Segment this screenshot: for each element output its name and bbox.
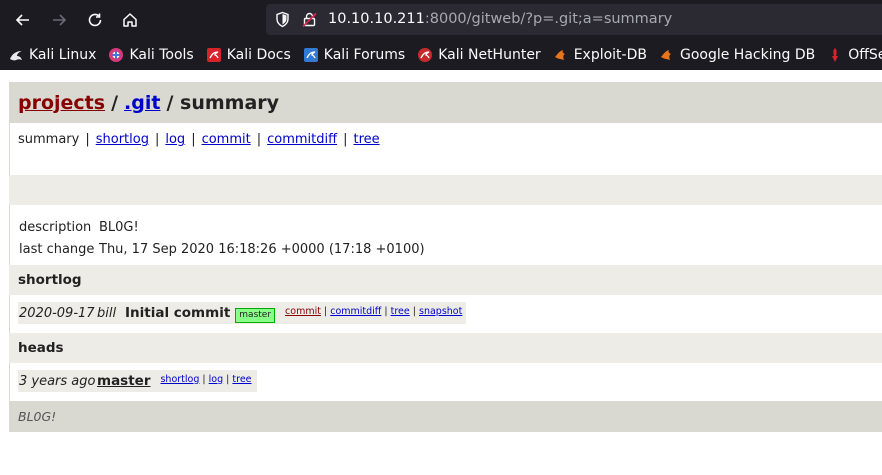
shortlog-header[interactable]: shortlog <box>9 265 882 295</box>
address-bar[interactable]: 10.10.10.211:8000/gitweb/?p=.git;a=summa… <box>266 4 882 35</box>
head-age: 3 years ago <box>19 373 96 389</box>
bookmarks-bar: Kali Linux Kali Tools Kali Docs Kali For… <box>0 40 882 70</box>
nav-current-summary: summary <box>18 132 80 147</box>
header-separator: / <box>111 91 119 114</box>
bookmark-kali-nethunter[interactable]: Kali NetHunter <box>417 47 541 63</box>
nethunter-icon <box>418 48 433 62</box>
reload-icon <box>88 13 102 27</box>
forward-button[interactable] <box>47 8 71 32</box>
shortlog-title[interactable]: shortlog <box>18 272 82 288</box>
heads-header[interactable]: heads <box>9 333 882 363</box>
footer-description: BL0G! <box>18 409 57 424</box>
page-action-title: / summary <box>166 91 280 114</box>
arrow-left-icon <box>15 14 29 26</box>
ghdb-icon <box>660 50 671 60</box>
link-separator: | <box>226 373 230 385</box>
exploit-db-icon <box>554 50 565 60</box>
kali-forums-icon <box>303 48 318 62</box>
page-header: projects / .git / summary <box>9 82 882 123</box>
commit-author: bill <box>97 305 117 321</box>
description-key: description <box>19 219 92 235</box>
description-row: description BL0G! <box>19 216 872 238</box>
repo-link[interactable]: .git <box>124 92 160 114</box>
last-change-row: last change Thu, 17 Sep 2020 16:18:26 +0… <box>19 238 872 260</box>
table-row: 2020-09-17 bill Initial commit master co… <box>18 302 467 324</box>
offsec-icon <box>832 48 839 62</box>
url-host: 10.10.10.211 <box>328 11 425 27</box>
nav-separator: | <box>85 132 90 147</box>
home-icon <box>123 13 137 27</box>
arrow-right-icon <box>53 14 67 26</box>
link-separator: | <box>384 305 388 317</box>
gitweb-page: projects / .git / summary summary | shortl… <box>9 82 882 432</box>
search-bar-area <box>9 175 882 205</box>
bookmark-label: Kali Docs <box>226 47 291 63</box>
home-button[interactable] <box>118 8 142 32</box>
last-change-key: last change <box>19 241 95 257</box>
bookmark-google-hacking-db[interactable]: Google Hacking DB <box>659 47 815 63</box>
bookmark-label: Kali Linux <box>29 47 97 63</box>
bookmark-label: OffSec <box>848 47 882 63</box>
nav-link-commitdiff[interactable]: commitdiff <box>267 132 337 147</box>
nav-link-tree[interactable]: tree <box>353 132 379 147</box>
commitdiff-link[interactable]: commitdiff <box>330 306 381 317</box>
kali-tools-icon <box>109 48 124 62</box>
nav-separator: | <box>343 132 348 147</box>
head-shortlog-link[interactable]: shortlog <box>160 374 199 385</box>
nav-link-log[interactable]: log <box>165 132 185 147</box>
bookmark-kali-forums[interactable]: Kali Forums <box>303 47 405 63</box>
url-text[interactable]: 10.10.10.211:8000/gitweb/?p=.git;a=summa… <box>328 11 672 27</box>
snapshot-link[interactable]: snapshot <box>419 306 462 317</box>
kali-docs-icon <box>206 48 221 62</box>
nav-separator: | <box>191 132 196 147</box>
nav-link-shortlog[interactable]: shortlog <box>96 132 149 147</box>
head-links: shortlog | log | tree <box>160 374 251 385</box>
bookmark-offsec[interactable]: OffSec <box>827 47 882 63</box>
bookmark-exploit-db[interactable]: Exploit-DB <box>553 47 647 63</box>
link-separator: | <box>202 373 206 385</box>
bookmark-kali-docs[interactable]: Kali Docs <box>206 47 291 63</box>
bookmark-kali-linux[interactable]: Kali Linux <box>8 47 96 63</box>
insecure-lock-icon[interactable] <box>301 11 318 28</box>
commit-message-link[interactable]: Initial commit <box>125 305 230 321</box>
commit-date: 2020-09-17 <box>19 305 95 321</box>
bookmark-label: Google Hacking DB <box>679 47 816 63</box>
kali-dragon-icon <box>10 51 22 61</box>
tree-link[interactable]: tree <box>391 306 410 317</box>
tracking-shield-icon[interactable] <box>274 11 291 28</box>
head-name-link[interactable]: master <box>97 373 150 389</box>
last-change-value: Thu, 17 Sep 2020 16:18:26 +0000 (17:18 +… <box>99 241 425 257</box>
bookmark-label: Kali Forums <box>323 47 406 63</box>
commit-link[interactable]: commit <box>285 306 321 317</box>
heads-title[interactable]: heads <box>18 340 64 356</box>
shortlog-table: 2020-09-17 bill Initial commit master co… <box>9 295 882 333</box>
bookmark-kali-tools[interactable]: Kali Tools <box>108 47 194 63</box>
link-separator: | <box>323 305 328 317</box>
bookmark-label: Kali NetHunter <box>438 47 541 63</box>
link-separator: | <box>412 305 416 317</box>
heads-table: 3 years ago master shortlog | log | tree <box>9 363 882 401</box>
table-row: 3 years ago master shortlog | log | tree <box>18 370 257 392</box>
head-tree-link[interactable]: tree <box>232 374 251 385</box>
nav-link-commit[interactable]: commit <box>202 132 251 147</box>
page-footer: BL0G! <box>9 401 882 432</box>
head-log-link[interactable]: log <box>209 374 223 385</box>
projects-link[interactable]: projects <box>18 92 105 114</box>
description-value: BL0G! <box>99 219 139 235</box>
page-nav: summary | shortlog | log | commit | commitdiff | t… <box>9 123 882 175</box>
bookmark-label: Exploit-DB <box>573 47 647 63</box>
nav-separator: | <box>154 132 160 147</box>
browser-toolbar: 10.10.10.211:8000/gitweb/?p=.git;a=summa… <box>0 0 882 40</box>
ref-badge-master[interactable]: master <box>235 307 276 323</box>
commit-links: commit | commitdiff | tree | snapshot <box>285 306 462 317</box>
project-info-table: description BL0G! last change Thu, 17 Se… <box>9 205 882 265</box>
url-path: :8000/gitweb/?p=.git;a=summary <box>424 11 673 27</box>
back-button[interactable] <box>11 8 35 32</box>
reload-button[interactable] <box>83 8 107 32</box>
nav-separator: | <box>256 132 262 147</box>
bookmark-label: Kali Tools <box>129 47 194 63</box>
